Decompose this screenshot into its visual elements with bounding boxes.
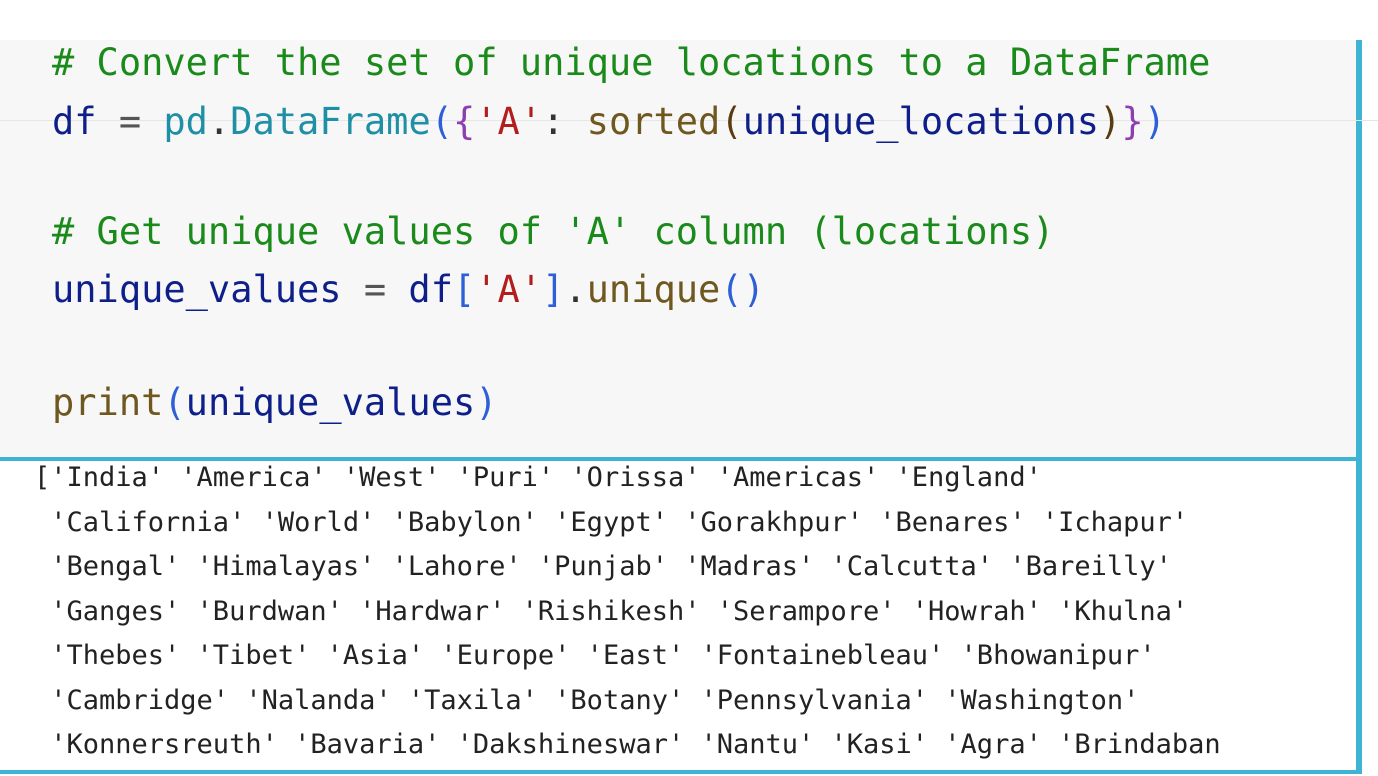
assign-operator: = bbox=[341, 268, 409, 311]
output-line: ['India' 'America' 'West' 'Puri' 'Orissa… bbox=[34, 462, 1042, 493]
dot-operator: . bbox=[207, 100, 231, 143]
notebook-view: # Convert the set of unique locations to… bbox=[0, 0, 1378, 776]
string-key: 'A' bbox=[475, 268, 543, 311]
object-df: df bbox=[408, 268, 453, 311]
code-line-dataframe: df = pd.DataFrame({'A': sorted(unique_lo… bbox=[52, 100, 1166, 144]
close-bracket: ] bbox=[542, 268, 565, 311]
module-pd: pd bbox=[163, 100, 208, 143]
builtin-print: print bbox=[52, 381, 164, 424]
open-paren: ( bbox=[430, 100, 453, 143]
open-bracket: [ bbox=[452, 268, 476, 311]
output-line: 'California' 'World' 'Babylon' 'Egypt' '… bbox=[34, 507, 1189, 538]
code-line-unique: unique_values = df['A'].unique() bbox=[52, 268, 765, 312]
comment-text: # Convert the set of unique locations to… bbox=[52, 41, 1211, 84]
close-paren-inner: ) bbox=[1099, 100, 1122, 143]
dot-operator: . bbox=[564, 268, 587, 311]
call-parens: () bbox=[720, 268, 765, 311]
close-brace: } bbox=[1121, 100, 1144, 143]
assign-operator: = bbox=[96, 100, 164, 143]
output-line: 'Bengal' 'Himalayas' 'Lahore' 'Punjab' '… bbox=[34, 551, 1172, 582]
colon: : bbox=[542, 100, 587, 143]
open-brace: { bbox=[453, 100, 476, 143]
method-unique: unique bbox=[586, 268, 721, 311]
argument-unique-values: unique_values bbox=[185, 381, 476, 424]
variable-df: df bbox=[52, 100, 97, 143]
builtin-sorted: sorted bbox=[586, 100, 721, 143]
close-paren: ) bbox=[475, 381, 498, 424]
output-line: 'Cambridge' 'Nalanda' 'Taxila' 'Botany' … bbox=[34, 685, 1140, 716]
comment-text: # Get unique values of 'A' column (locat… bbox=[52, 210, 1055, 253]
close-paren: ) bbox=[1143, 100, 1166, 143]
output-bottom-border bbox=[0, 770, 1362, 774]
variable-unique-values: unique_values bbox=[52, 268, 342, 311]
code-line-comment-convert: # Convert the set of unique locations to… bbox=[52, 41, 1210, 85]
class-dataframe: DataFrame bbox=[230, 100, 431, 143]
output-line: 'Ganges' 'Burdwan' 'Hardwar' 'Rishikesh'… bbox=[34, 596, 1189, 627]
output-line: 'Thebes' 'Tibet' 'Asia' 'Europe' 'East' … bbox=[34, 640, 1156, 671]
string-key: 'A' bbox=[475, 100, 543, 143]
output-line: 'Konnersreuth' 'Bavaria' 'Dakshineswar' … bbox=[34, 729, 1221, 760]
code-line-print: print(unique_values) bbox=[52, 381, 498, 425]
argument-unique-locations: unique_locations bbox=[742, 100, 1100, 143]
open-paren-inner: ( bbox=[720, 100, 743, 143]
code-line-comment-get: # Get unique values of 'A' column (locat… bbox=[52, 210, 1054, 254]
open-paren: ( bbox=[163, 381, 186, 424]
